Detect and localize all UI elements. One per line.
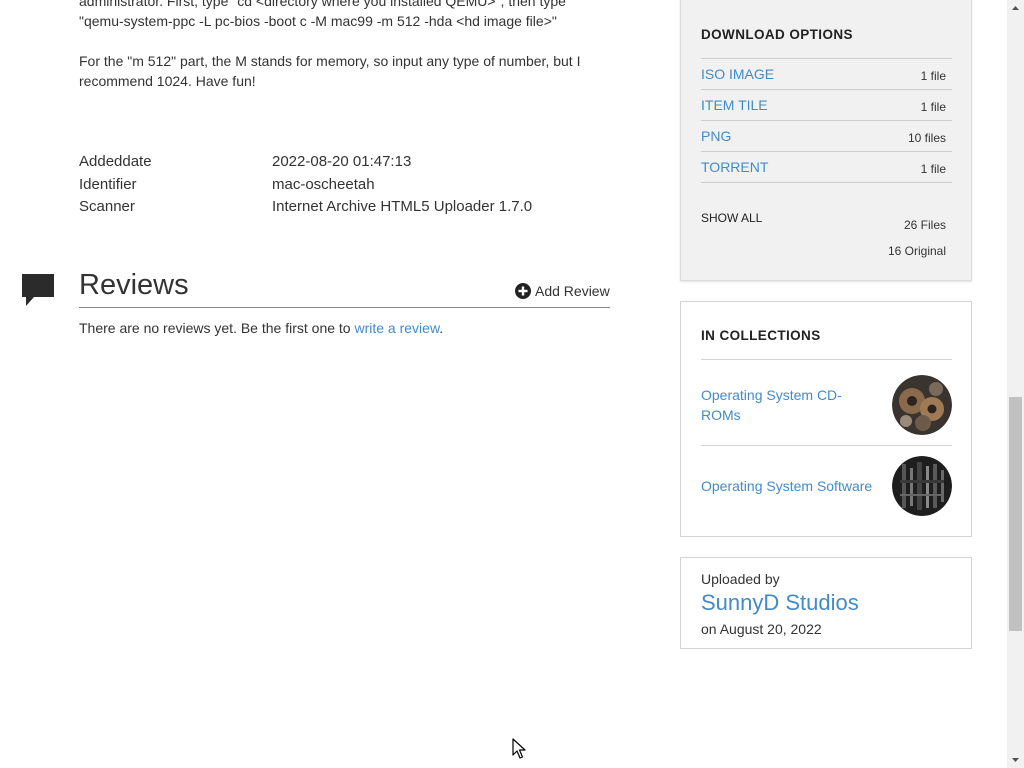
- download-options-panel: DOWNLOAD OPTIONS ISO IMAGE 1 file ITEM T…: [680, 0, 972, 281]
- scrollbar-thumb[interactable]: [1009, 397, 1022, 631]
- collection-item-cd-roms[interactable]: Operating System CD-ROMs: [701, 375, 952, 437]
- download-option-name[interactable]: ITEM TILE: [701, 97, 768, 113]
- description-line: administrator. First, type "cd <director…: [79, 0, 566, 9]
- metadata-value: 2022-08-20 01:47:13: [272, 153, 412, 170]
- download-option-count: 1 file: [920, 100, 946, 114]
- metadata-row: Identifier mac-oscheetah: [79, 174, 599, 197]
- page-content: administrator. First, type "cd <director…: [0, 0, 1007, 768]
- scroll-down-arrow-icon[interactable]: [1007, 751, 1024, 768]
- metadata-key: Scanner: [79, 198, 135, 215]
- metadata-row: Addeddate 2022-08-20 01:47:13: [79, 151, 599, 174]
- collection-name[interactable]: Operating System CD-ROMs: [701, 385, 861, 425]
- uploaded-by-label: Uploaded by: [701, 571, 780, 587]
- collections-heading: IN COLLECTIONS: [701, 328, 821, 343]
- download-options-list: ISO IMAGE 1 file ITEM TILE 1 file PNG 10…: [701, 58, 952, 183]
- scroll-up-arrow-icon[interactable]: [1007, 0, 1024, 17]
- circuit-image: [892, 456, 952, 516]
- circuit-thumbnail[interactable]: [892, 456, 952, 516]
- reviews-divider: [79, 307, 610, 308]
- plus-circle-icon: [515, 283, 531, 299]
- download-option-name[interactable]: TORRENT: [701, 159, 768, 175]
- download-option-iso-image[interactable]: ISO IMAGE 1 file: [701, 59, 952, 90]
- total-files-count: 26 Files: [903, 218, 946, 232]
- gears-image: [892, 375, 952, 435]
- item-description: administrator. First, type "cd <director…: [79, 0, 619, 31]
- uploader-panel: Uploaded by SunnyD Studios on August 20,…: [680, 557, 972, 649]
- description-line: For the "m 512" part, the M stands for m…: [79, 53, 581, 69]
- download-option-torrent[interactable]: TORRENT 1 file: [701, 152, 952, 183]
- original-files-count: 16 Original: [887, 244, 946, 258]
- collection-item-software[interactable]: Operating System Software: [701, 456, 952, 518]
- speech-bubble-icon: [22, 274, 54, 306]
- write-review-link[interactable]: write a review: [354, 320, 439, 336]
- download-option-count: 1 file: [920, 69, 946, 83]
- download-option-name[interactable]: ISO IMAGE: [701, 66, 774, 82]
- download-option-name[interactable]: PNG: [701, 128, 731, 144]
- metadata-value: Internet Archive HTML5 Uploader 1.7.0: [272, 198, 533, 215]
- metadata-value: mac-oscheetah: [272, 175, 375, 193]
- vertical-scrollbar[interactable]: [1007, 0, 1024, 768]
- add-review-button[interactable]: Add Review: [515, 283, 610, 299]
- metadata-table: Addeddate 2022-08-20 01:47:13 Identifier…: [79, 151, 599, 219]
- show-all-link[interactable]: SHOW ALL: [701, 211, 762, 225]
- upload-date: on August 20, 2022: [701, 621, 822, 637]
- no-reviews-message: There are no reviews yet. Be the first o…: [79, 319, 443, 337]
- reviews-heading: Reviews: [79, 269, 189, 301]
- gears-thumbnail[interactable]: [892, 375, 952, 435]
- description-line: recommend 1024. Have fun!: [79, 73, 256, 89]
- no-reviews-text: There are no reviews yet. Be the first o…: [79, 320, 351, 336]
- collections-panel: IN COLLECTIONS Operating System CD-ROMs …: [680, 301, 972, 537]
- no-reviews-period: .: [439, 320, 444, 336]
- download-option-count: 10 files: [907, 131, 946, 145]
- download-options-heading: DOWNLOAD OPTIONS: [701, 27, 853, 42]
- description-line: "qemu-system-ppc -L pc-bios -boot c -M m…: [79, 13, 557, 29]
- metadata-key: Addeddate: [79, 153, 152, 170]
- metadata-row: Scanner Internet Archive HTML5 Uploader …: [79, 196, 599, 219]
- collection-name[interactable]: Operating System Software: [701, 476, 881, 496]
- uploader-name-link[interactable]: SunnyD Studios: [701, 590, 859, 616]
- add-review-label: Add Review: [535, 283, 610, 299]
- download-option-count: 1 file: [920, 162, 946, 176]
- download-option-item-tile[interactable]: ITEM TILE 1 file: [701, 90, 952, 121]
- item-description-memory-note: For the "m 512" part, the M stands for m…: [79, 51, 619, 91]
- divider: [701, 359, 952, 360]
- mouse-cursor-icon: [512, 738, 526, 759]
- download-option-png[interactable]: PNG 10 files: [701, 121, 952, 152]
- metadata-key: Identifier: [79, 175, 137, 193]
- divider: [701, 445, 952, 446]
